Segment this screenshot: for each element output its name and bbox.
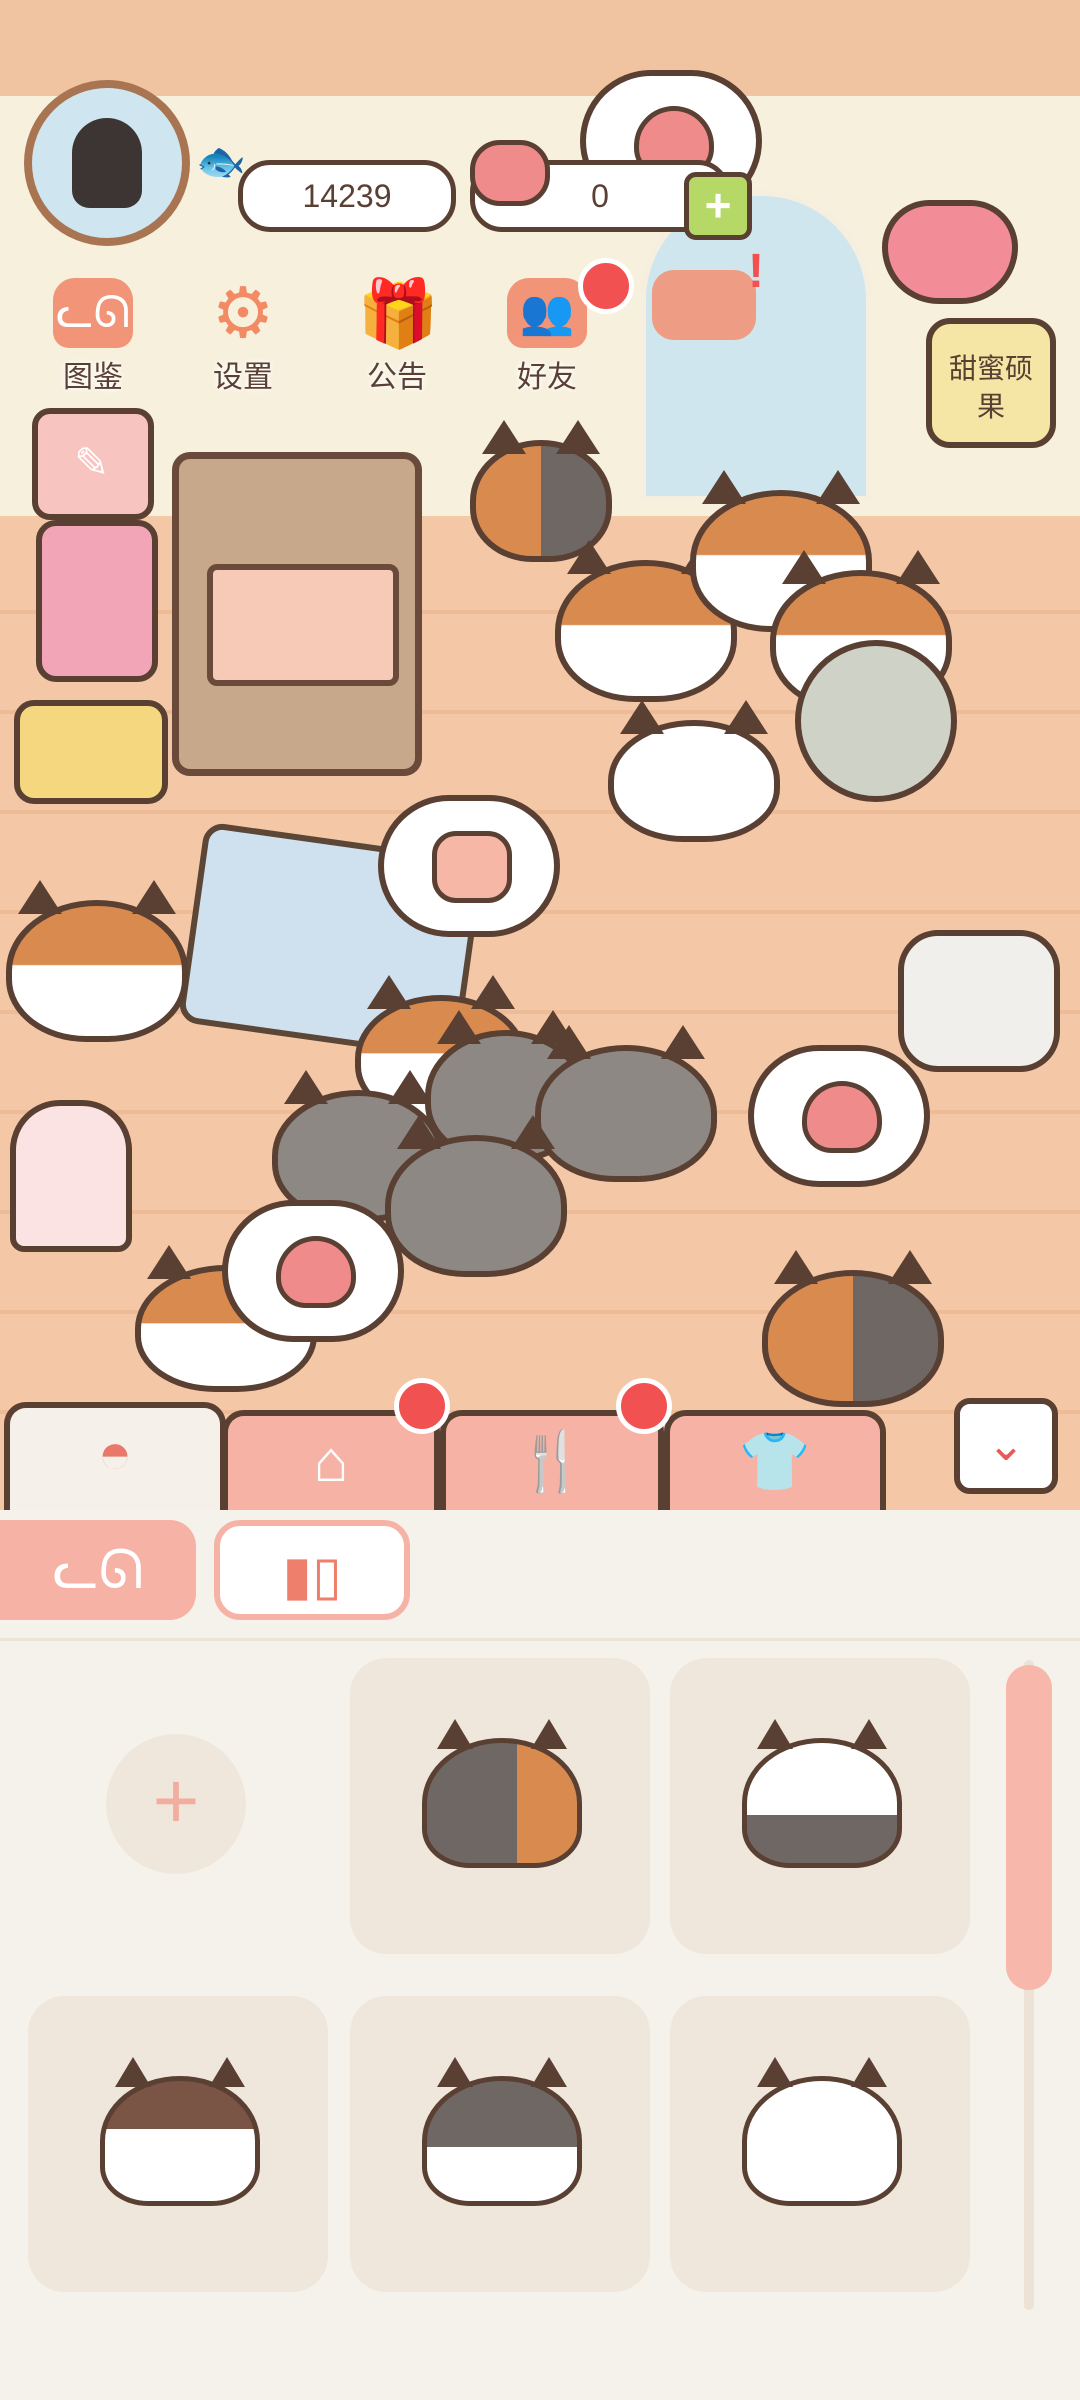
cat-panel: ᓚᘏ ▮▯ + (0, 1510, 1080, 2400)
house-icon: ⌂ (313, 1429, 349, 1494)
cat-bowl-icon: ◓ (97, 1421, 133, 1486)
room-cat[interactable] (6, 880, 188, 1042)
wall-top (0, 0, 1080, 106)
tab-notification-dot (616, 1378, 672, 1434)
gift-icon: 🎁 (357, 276, 440, 350)
heart-bubble[interactable] (748, 1045, 930, 1187)
heart-icon (802, 1081, 882, 1153)
electric-fan[interactable] (795, 640, 957, 802)
gray-white-cat-icon (422, 2057, 582, 2206)
room-cat[interactable] (762, 1250, 944, 1407)
fish-coin-counter: 14239 (238, 160, 456, 232)
rice-cooker[interactable] (898, 930, 1060, 1072)
tab-cats[interactable]: ◓ (4, 1402, 226, 1510)
cat-slot[interactable] (350, 1658, 650, 1954)
filter-cats[interactable]: ᓚᘏ (0, 1520, 196, 1620)
room-cat[interactable] (385, 1115, 567, 1277)
telephone[interactable] (14, 700, 168, 804)
retro-tv[interactable] (172, 452, 422, 776)
sweet-harvest-button[interactable]: 甜蜜硕果 (926, 318, 1056, 448)
fork-knife-icon: 🍴 (515, 1429, 589, 1494)
white-calico-cat-icon (742, 1719, 902, 1868)
flower-pot[interactable] (36, 520, 158, 682)
room-cat[interactable] (535, 1025, 717, 1182)
heart-icon (276, 1236, 356, 1308)
add-cat-slot[interactable]: + (28, 1658, 328, 1954)
sweet-harvest-label: 甜蜜硕果 (948, 353, 1033, 422)
arched-window (640, 190, 872, 502)
white-orange-cat-icon (742, 2057, 902, 2206)
menu-settings[interactable]: ⚙ 设置 (188, 278, 298, 396)
scrollbar-thumb[interactable] (1006, 1665, 1052, 1990)
mail-icon[interactable] (652, 270, 756, 340)
room-cat[interactable] (608, 700, 780, 842)
calendar-button[interactable]: ✎ (32, 408, 154, 520)
cat-slot[interactable] (670, 1658, 970, 1954)
menu-label: 公告 (367, 361, 427, 394)
pencil-icon: ✎ (74, 439, 110, 486)
cat-head-icon: ᓚᘏ (53, 278, 133, 348)
gear-icon: ⚙ (211, 274, 275, 352)
tv-screen (207, 564, 399, 686)
notification-dot (578, 258, 634, 314)
sleeping-cat-icon: ᓚᘏ (52, 1540, 144, 1600)
chat-bubble[interactable] (378, 795, 560, 937)
filter-book[interactable]: ▮▯ (214, 1520, 410, 1620)
menu-collection[interactable]: ᓚᘏ 图鉴 (38, 278, 148, 396)
hanging-heart-sign[interactable] (882, 200, 1018, 304)
add-hearts-button[interactable]: + (684, 172, 752, 240)
chat-icon (432, 831, 512, 903)
cat-slot[interactable] (28, 1996, 328, 2292)
menu-label: 设置 (213, 361, 273, 394)
heart-currency-icon (470, 140, 550, 206)
shirt-icon: 👕 (738, 1429, 812, 1494)
brown-white-cat-icon (100, 2057, 260, 2206)
add-label: + (152, 1756, 200, 1845)
calico-dark-cat-icon (422, 1719, 582, 1868)
menu-label: 图鉴 (63, 361, 123, 394)
heart-bubble[interactable] (222, 1200, 404, 1342)
add-icon: + (106, 1734, 246, 1874)
menu-announcement[interactable]: 🎁 公告 (342, 278, 452, 396)
divider (0, 1638, 1080, 1641)
avatar-portrait (72, 118, 142, 208)
alert-icon: ! (748, 245, 764, 298)
cat-slot[interactable] (670, 1996, 970, 2292)
tab-clothes[interactable]: 👕 (664, 1410, 886, 1510)
room-scene[interactable]: 14239 🐟 0 + ᓚᘏ 图鉴 ⚙ 设置 🎁 公告 👥 好友 ! 甜蜜硕果 … (0, 0, 1080, 1510)
friends-icon: 👥 (507, 278, 587, 348)
collapse-panel-button[interactable]: ⌄ (954, 1398, 1058, 1494)
fish-coin-value: 14239 (302, 178, 392, 214)
chevron-down-icon: ⌄ (986, 1418, 1026, 1470)
player-avatar[interactable] (24, 80, 190, 246)
tab-notification-dot (394, 1378, 450, 1434)
menu-label: 好友 (517, 361, 577, 394)
heart-value: 0 (591, 178, 609, 214)
fish-icon: 🐟 (196, 140, 246, 184)
gumball-machine[interactable] (10, 1100, 132, 1252)
book-icon: ▮▯ (282, 1546, 342, 1606)
cat-slot[interactable] (350, 1996, 650, 2292)
